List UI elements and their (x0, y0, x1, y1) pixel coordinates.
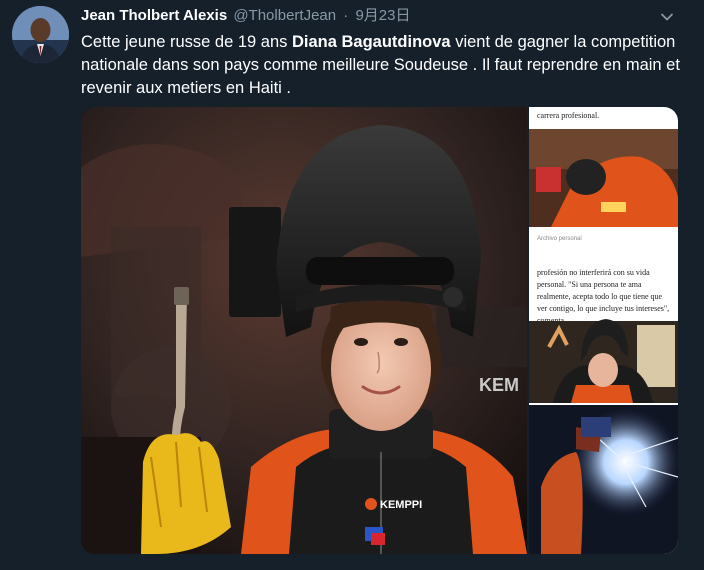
thumbnail-caption: Archivo personal (537, 236, 582, 242)
main-photo: KEM KEMPPI (81, 107, 527, 554)
quote-line: ver contigo, lo que incluye tus interese… (537, 304, 669, 313)
wall-brand-text: KEM (479, 375, 519, 395)
tweet-timestamp[interactable]: 9月23日 (355, 7, 410, 24)
quote-line: personal. "Si una persona te ama (537, 280, 642, 289)
tweet-text-part: Cette jeune russe de 19 ans (81, 33, 292, 51)
author-handle[interactable]: @TholbertJean (233, 7, 336, 24)
jacket-brand-text: KEMPPI (380, 499, 422, 511)
author-avatar[interactable] (12, 6, 69, 63)
tweet-header: Jean Tholbert Alexis @TholbertJean · 9月2… (81, 6, 410, 28)
separator: · (343, 7, 349, 24)
tweet-media[interactable]: KEM KEMPPI carrera profesional. Archivo … (81, 107, 678, 554)
chevron-down-icon[interactable] (660, 10, 674, 24)
quote-line: profesión no interferirá con su vida (537, 268, 650, 277)
article-snippet-text: carrera profesional. (537, 111, 599, 120)
tweet-text-bold-name: Diana Bagautdinova (291, 33, 451, 51)
tweet-text: Cette jeune russe de 19 ans Diana Bagaut… (81, 31, 681, 100)
author-name[interactable]: Jean Tholbert Alexis (81, 7, 227, 24)
tweet: Jean Tholbert Alexis @TholbertJean · 9月2… (0, 0, 704, 570)
collage-panel: carrera profesional. Archivo personal pr… (529, 107, 678, 554)
quote-line: realmente, acepta todo lo que tiene que (537, 292, 663, 301)
